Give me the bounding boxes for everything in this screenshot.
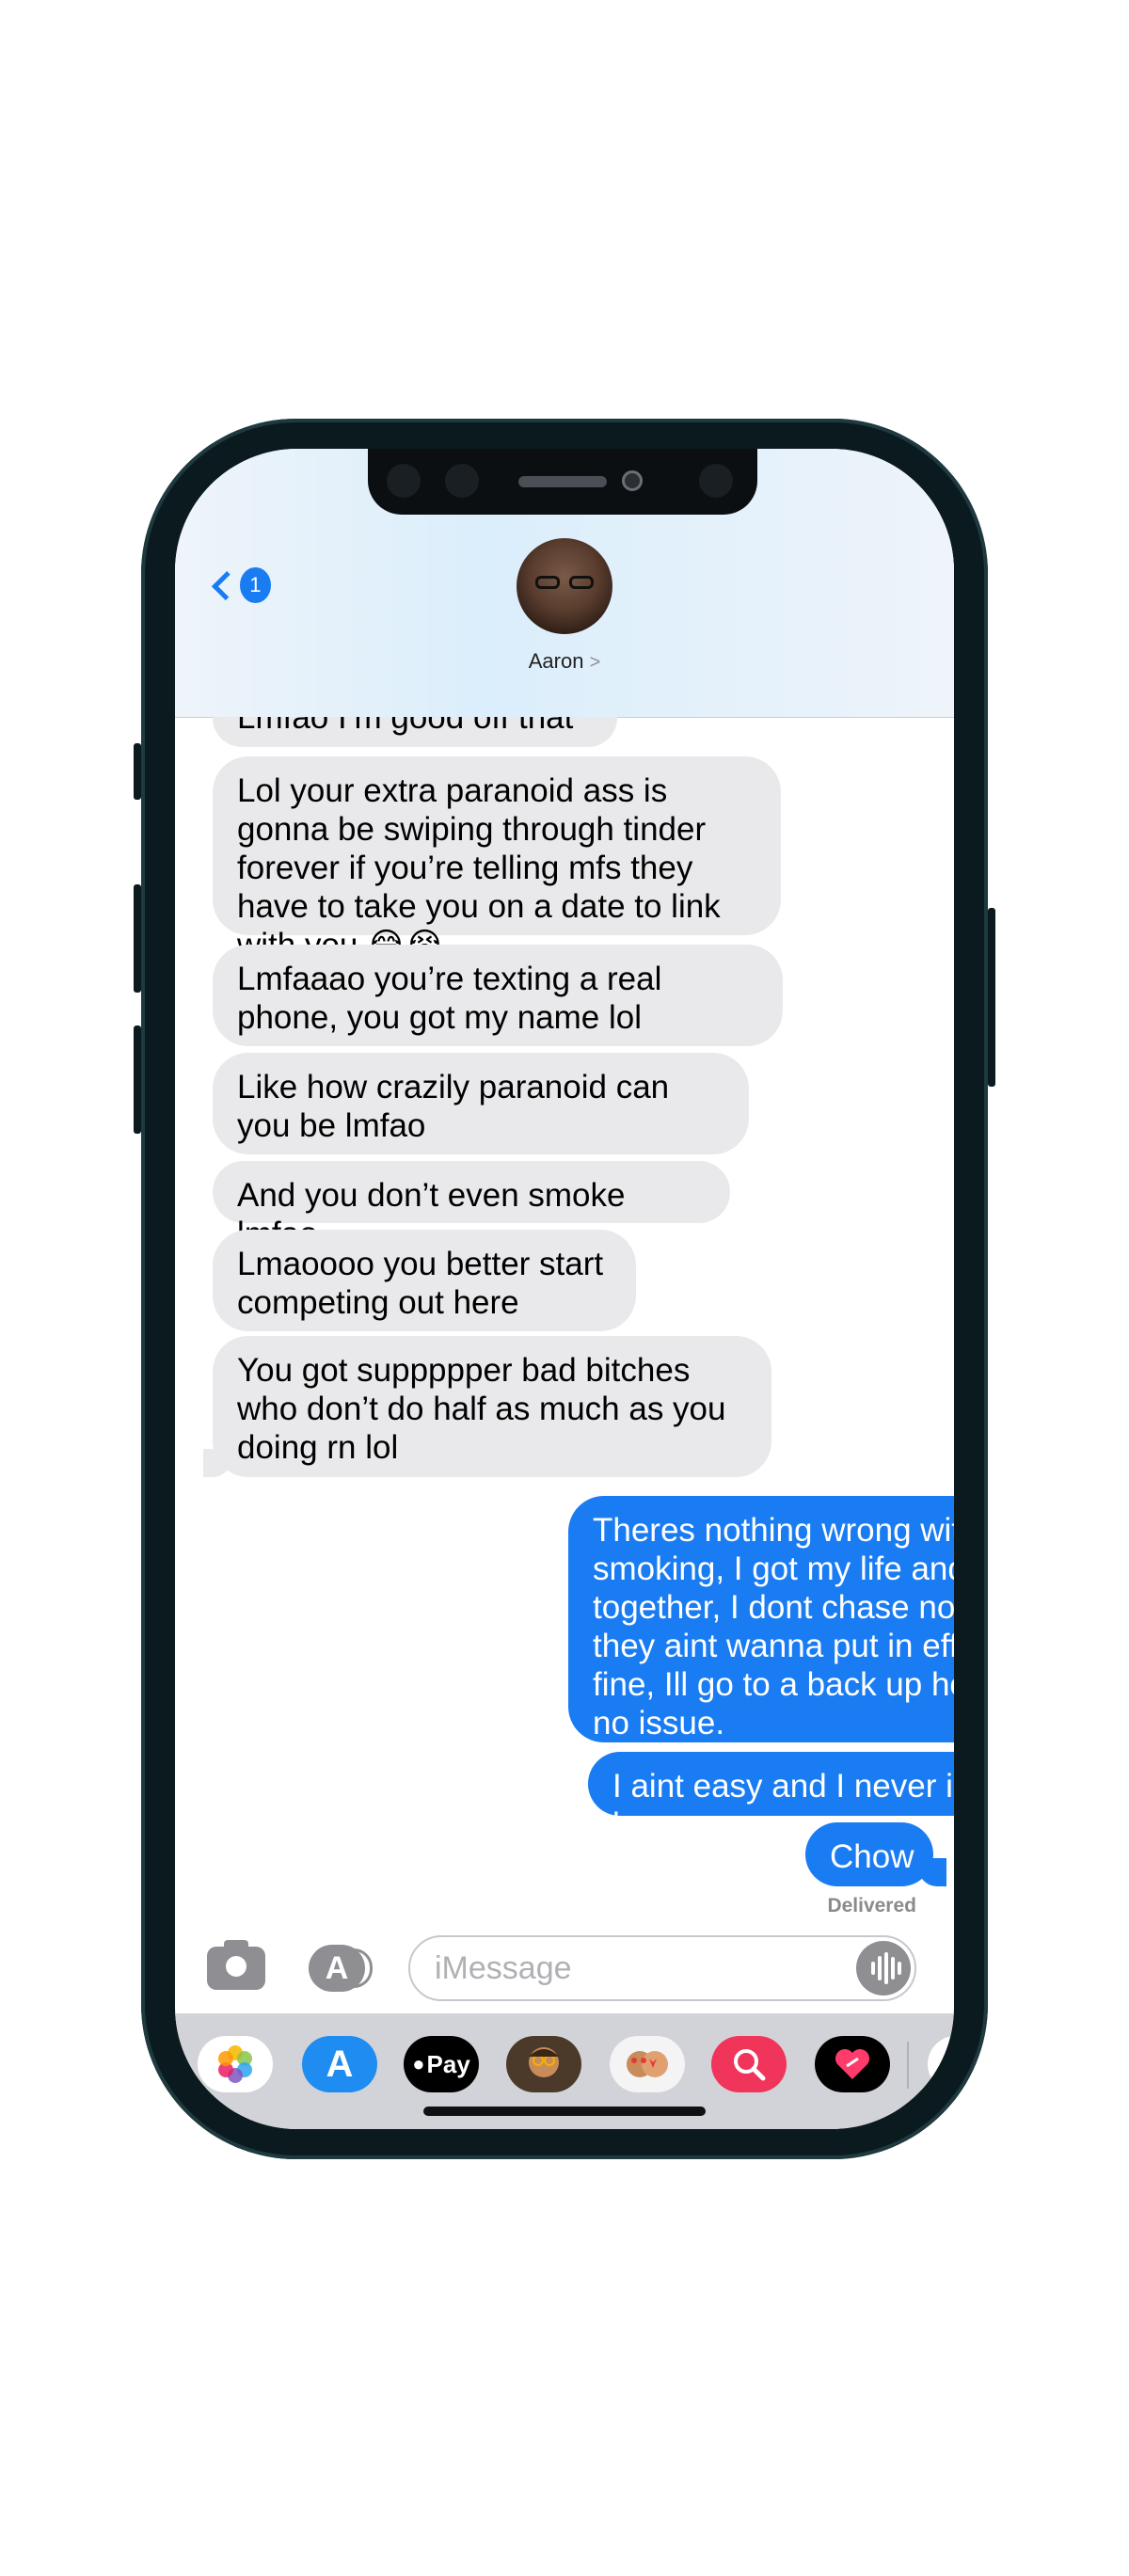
power-button <box>988 908 995 1087</box>
conversation-header: 1 Aaron > <box>175 449 954 718</box>
volume-down-button <box>134 1026 141 1134</box>
contact-name[interactable]: Aaron > <box>175 649 954 674</box>
message-bubble-sent[interactable]: Chow <box>805 1822 933 1886</box>
home-indicator[interactable] <box>423 2107 706 2116</box>
chevron-right-icon: > <box>589 652 601 673</box>
message-bubble-received[interactable]: Lmfaaao you’re texting a real phone, you… <box>213 945 783 1046</box>
message-list[interactable]: Lmfao I’m good off that Lol your extra p… <box>175 717 954 1926</box>
camera-icon[interactable] <box>207 1940 265 1990</box>
input-bar: A iMessage <box>175 1926 954 2001</box>
unread-badge: 1 <box>239 567 271 603</box>
phone-screen: 1 Aaron > Lmfao I’m good off that Lol yo… <box>175 449 954 2129</box>
bubble-tail <box>918 1858 946 1886</box>
apple-pay-icon[interactable]: ● Pay <box>404 2036 479 2092</box>
digital-touch-icon[interactable] <box>815 2036 890 2092</box>
back-button[interactable]: 1 <box>205 564 271 607</box>
memoji-icon[interactable] <box>506 2036 581 2092</box>
photos-icon[interactable] <box>198 2036 273 2092</box>
audio-message-icon[interactable] <box>856 1941 911 1996</box>
more-apps-icon[interactable]: A <box>928 2036 954 2092</box>
message-bubble-received[interactable]: And you don’t even smoke lmfao <box>213 1161 730 1252</box>
speaker <box>518 476 607 487</box>
message-bubble-received[interactable]: Lmfao I’m good off that <box>213 717 617 747</box>
bubble-tail <box>203 1449 231 1477</box>
message-bubble-sent[interactable]: Theres nothing wrong with me not smoking… <box>568 1496 954 1742</box>
memoji-stickers-icon[interactable] <box>610 2036 685 2092</box>
app-store-icon[interactable]: A <box>309 1945 373 1992</box>
app-store-icon[interactable]: A <box>302 2036 377 2092</box>
delivered-status: Delivered <box>827 1895 916 1916</box>
message-bubble-received[interactable]: Lol your extra paranoid ass is gonna be … <box>213 756 781 963</box>
message-input[interactable]: iMessage <box>408 1935 916 2001</box>
avatar[interactable] <box>517 538 612 634</box>
volume-up-button <box>134 884 141 993</box>
mute-switch <box>134 743 141 800</box>
chevron-left-icon <box>211 570 241 600</box>
message-bubble-sent[interactable]: I aint easy and I never intend to be <box>588 1752 954 1843</box>
images-search-icon[interactable] <box>711 2036 787 2092</box>
notch <box>368 449 757 515</box>
divider <box>907 2042 909 2089</box>
glasses-detail <box>535 576 594 589</box>
message-bubble-received[interactable]: Lmaoooo you better start competing out h… <box>213 1230 636 1331</box>
message-bubble-received[interactable]: Like how crazily paranoid can you be lmf… <box>213 1053 749 1154</box>
front-camera <box>622 470 643 491</box>
message-bubble-received[interactable]: You got suppppper bad bitches who don’t … <box>213 1336 771 1477</box>
phone-frame: 1 Aaron > Lmfao I’m good off that Lol yo… <box>134 419 995 2159</box>
